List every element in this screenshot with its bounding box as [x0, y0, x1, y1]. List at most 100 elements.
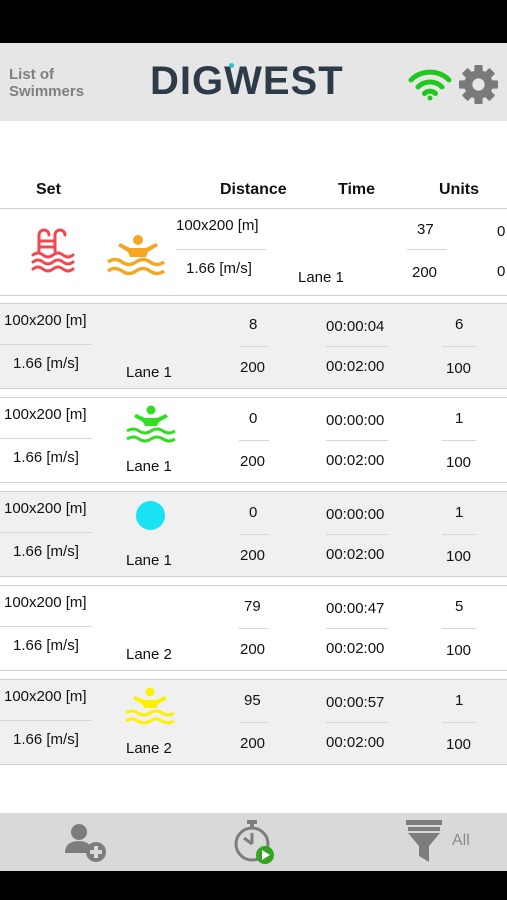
row-separator	[442, 628, 476, 629]
row-separator	[407, 249, 447, 250]
set-value: 100x200 [m]	[176, 217, 259, 234]
row-separator	[326, 722, 388, 723]
lane-label: Lane 1	[126, 552, 172, 569]
row-separator	[0, 344, 92, 345]
time-top-value: 00:00:00	[326, 412, 385, 429]
units-top-value: 1	[455, 410, 464, 427]
row-separator	[0, 438, 92, 439]
app-screen: List of Swimmers DIGWEST Set Distance Ti…	[0, 43, 507, 871]
speed-value: 1.66 [m/s]	[186, 260, 252, 277]
row-separator	[0, 626, 92, 627]
lane-label: Lane 2	[126, 646, 172, 663]
distance-bottom-value: 200	[240, 359, 266, 376]
extra-bottom-value: 0	[497, 263, 506, 280]
cyan-dot-icon	[136, 501, 165, 530]
filter-label[interactable]: All	[452, 832, 470, 850]
set-value: 100x200 [m]	[4, 500, 87, 517]
units-bottom-value: 100	[446, 736, 472, 753]
row-separator	[239, 346, 269, 347]
swimmer-row[interactable]: 100x200 [m] 1.66 [m/s] Lane 2 95 200 00:…	[0, 679, 507, 765]
distance-bottom-value: 200	[240, 735, 266, 752]
set-value: 100x200 [m]	[4, 312, 87, 329]
row-separator	[326, 346, 388, 347]
distance-top-value: 8	[249, 316, 258, 333]
filter-button[interactable]	[406, 820, 442, 864]
speed-value: 1.66 [m/s]	[13, 355, 79, 372]
swimmer-yellow-icon	[125, 687, 175, 725]
speed-value: 1.66 [m/s]	[13, 543, 79, 560]
units-bottom-value: 200	[412, 264, 438, 281]
units-top-value: 1	[455, 504, 464, 521]
time-bottom-value: 00:02:00	[326, 452, 385, 469]
time-bottom-value: 00:02:00	[326, 640, 385, 657]
lane-label: Lane 1	[126, 458, 172, 475]
start-timer-button[interactable]	[232, 819, 278, 865]
lane-label: Lane 2	[126, 740, 172, 757]
swimmer-orange-icon	[106, 235, 166, 276]
speed-value: 1.66 [m/s]	[13, 449, 79, 466]
logo-dot	[229, 63, 234, 68]
distance-bottom-value: 200	[240, 641, 266, 658]
set-value: 100x200 [m]	[4, 688, 87, 705]
column-header-time: Time	[338, 181, 376, 198]
gear-icon[interactable]	[458, 64, 499, 105]
back-label-line1: List of	[9, 66, 54, 83]
distance-bottom-value: 200	[240, 453, 266, 470]
time-top-value: 00:00:47	[326, 600, 385, 617]
logo-text: DIGWEST	[150, 59, 344, 103]
lane-label: Lane 1	[126, 364, 172, 381]
units-bottom-value: 100	[446, 360, 472, 377]
row-separator	[326, 628, 388, 629]
wifi-icon[interactable]	[408, 67, 452, 101]
swimmer-row[interactable]: 100x200 [m] 1.66 [m/s] Lane 1 8 200 00:0…	[0, 303, 507, 389]
distance-top-value: 79	[244, 598, 261, 615]
back-label-line2: Swimmers	[9, 83, 85, 100]
row-separator	[442, 440, 476, 441]
set-value: 100x200 [m]	[4, 594, 87, 611]
time-top-value: 00:00:04	[326, 318, 385, 335]
stopwatch-play-icon	[234, 820, 274, 864]
distance-bottom-value: 200	[240, 547, 266, 564]
distance-top-value: 0	[249, 504, 258, 521]
add-swimmer-button[interactable]	[64, 821, 108, 863]
row-separator	[239, 722, 269, 723]
time-bottom-value: 00:02:00	[326, 546, 385, 563]
row-separator	[239, 628, 269, 629]
row-separator	[239, 440, 269, 441]
set-value: 100x200 [m]	[4, 406, 87, 423]
swimmer-row[interactable]: 100x200 [m] 1.66 [m/s] Lane 1 37 200 0 0	[0, 208, 507, 296]
column-header-distance: Distance	[220, 181, 287, 198]
row-separator	[0, 720, 92, 721]
units-top-value: 6	[455, 316, 464, 333]
time-bottom-value: 00:02:00	[326, 358, 385, 375]
units-bottom-value: 100	[446, 548, 472, 565]
lane-label: Lane 1	[298, 269, 344, 286]
row-separator	[326, 440, 388, 441]
extra-top-value: 0	[497, 223, 506, 240]
row-separator	[442, 534, 476, 535]
swimmer-row[interactable]: 100x200 [m] 1.66 [m/s] Lane 2 79 200 00:…	[0, 585, 507, 671]
row-separator	[239, 534, 269, 535]
units-bottom-value: 100	[446, 454, 472, 471]
pool-ladder-icon	[31, 228, 75, 273]
column-header-units: Units	[439, 181, 479, 198]
row-separator	[326, 534, 388, 535]
row-separator	[176, 249, 266, 250]
units-top-value: 37	[417, 221, 434, 238]
list-of-swimmers-button[interactable]: List of Swimmers	[9, 66, 84, 100]
row-separator	[0, 532, 92, 533]
swimmer-row[interactable]: 100x200 [m] 1.66 [m/s] Lane 1 0 200 00:0…	[0, 397, 507, 483]
time-top-value: 00:00:57	[326, 694, 385, 711]
units-top-value: 5	[455, 598, 464, 615]
time-bottom-value: 00:02:00	[326, 734, 385, 751]
column-header-set: Set	[36, 181, 61, 198]
row-separator	[442, 722, 476, 723]
app-header: List of Swimmers DIGWEST	[0, 43, 507, 121]
swimmer-green-icon	[126, 405, 176, 443]
distance-top-value: 95	[244, 692, 261, 709]
units-bottom-value: 100	[446, 642, 472, 659]
bottom-toolbar: All	[0, 813, 507, 871]
swimmer-row[interactable]: 100x200 [m] 1.66 [m/s] Lane 1 0 200 00:0…	[0, 491, 507, 577]
funnel-icon	[406, 820, 442, 862]
units-top-value: 1	[455, 692, 464, 709]
